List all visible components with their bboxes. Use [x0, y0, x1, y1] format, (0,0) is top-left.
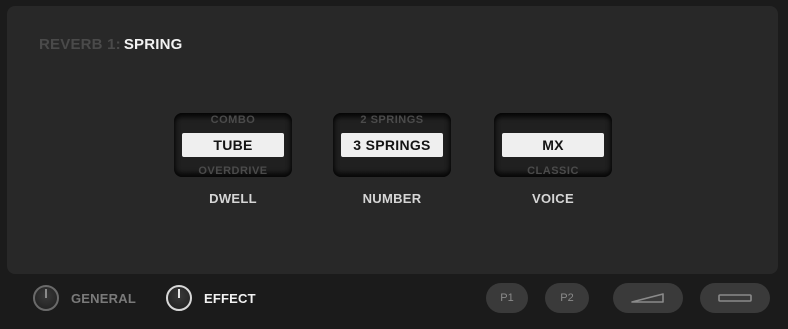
general-tab[interactable]: GENERAL	[33, 283, 136, 313]
expression-pedal-icon	[631, 293, 664, 303]
number-option-previous: 2 SPRINGS	[360, 114, 424, 126]
dwell-option-next: OVERDRIVE	[198, 165, 268, 177]
effect-slot-label: REVERB 1:	[39, 36, 121, 53]
voice-selector[interactable]: MX CLASSIC	[494, 113, 612, 177]
general-tab-label: GENERAL	[71, 290, 136, 306]
dwell-selected-value: TUBE	[182, 133, 284, 157]
effect-knob-icon	[166, 285, 192, 311]
effect-tab-label: EFFECT	[204, 290, 256, 306]
voice-selected-value: MX	[502, 133, 604, 157]
dwell-label: DWELL	[209, 191, 257, 206]
general-knob-icon	[33, 285, 59, 311]
number-label: NUMBER	[362, 191, 422, 206]
number-selected-value: 3 SPRINGS	[341, 133, 443, 157]
effect-title: REVERB 1: SPRING	[39, 36, 183, 53]
dwell-option-previous: COMBO	[210, 114, 256, 126]
dwell-selector[interactable]: COMBO TUBE OVERDRIVE	[174, 113, 292, 177]
effect-name: SPRING	[123, 36, 183, 53]
effect-tab[interactable]: EFFECT	[166, 283, 256, 313]
p2-button[interactable]: P2	[545, 283, 589, 313]
flat-pedal-button[interactable]	[700, 283, 770, 313]
number-selector[interactable]: 2 SPRINGS 3 SPRINGS	[333, 113, 451, 177]
expression-pedal-button[interactable]	[613, 283, 683, 313]
voice-option-next: CLASSIC	[527, 165, 579, 177]
app-window: REVERB 1: SPRING COMBO TUBE OVERDRIVE DWE…	[0, 0, 788, 329]
voice-label: VOICE	[532, 191, 574, 206]
flat-pedal-icon	[718, 294, 752, 302]
p1-button[interactable]: P1	[486, 283, 528, 313]
